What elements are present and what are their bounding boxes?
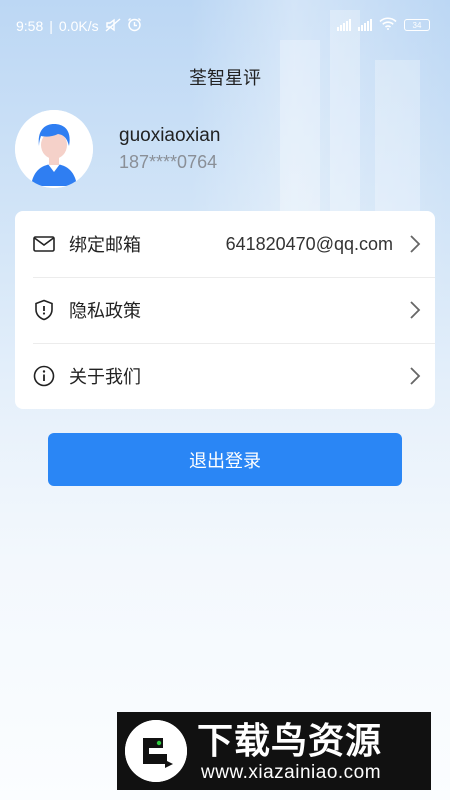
status-left: 9:58 | 0.0K/s <box>16 17 142 35</box>
bound-email-value: 641820470@qq.com <box>225 233 393 254</box>
status-separator: | <box>49 18 53 34</box>
watermark-title: 下载鸟资源 <box>197 720 383 761</box>
menu-item-bind-email[interactable]: 绑定邮箱 641820470@qq.com <box>15 211 435 277</box>
menu-item-about-us[interactable]: 关于我们 <box>15 343 435 409</box>
phone-number: 187****0764 <box>119 152 218 172</box>
chevron-right-icon <box>409 234 421 254</box>
mail-icon <box>33 233 55 255</box>
settings-menu: 绑定邮箱 641820470@qq.com 隐私政策 关于我们 <box>15 211 435 409</box>
signal-icon <box>358 19 372 31</box>
status-bar: 9:58 | 0.0K/s 34 <box>0 0 450 52</box>
menu-item-label: 关于我们 <box>69 367 141 387</box>
chevron-right-icon <box>409 300 421 320</box>
page-title: 荃智星评 <box>189 68 261 88</box>
network-speed: 0.0K/s <box>58 18 99 34</box>
chevron-right-icon <box>409 366 421 386</box>
battery-icon: 34 <box>404 19 430 31</box>
shield-icon <box>33 299 55 321</box>
user-avatar-icon <box>15 110 93 188</box>
status-time: 9:58 <box>16 18 44 34</box>
username: guoxiaoxian <box>119 125 221 146</box>
profile-header: guoxiaoxian 187****0764 <box>15 110 435 190</box>
avatar[interactable] <box>15 110 93 188</box>
menu-item-label: 隐私政策 <box>69 301 141 321</box>
mute-icon <box>105 17 121 35</box>
battery-level: 34 <box>412 21 422 30</box>
info-icon <box>33 365 55 387</box>
signal-icon <box>337 19 351 31</box>
menu-item-label: 绑定邮箱 <box>69 235 141 255</box>
status-right: 34 <box>337 17 430 33</box>
watermark-url: www.xiazainiao.com <box>201 762 382 783</box>
bird-logo-icon <box>125 720 187 782</box>
alarm-icon <box>127 17 142 35</box>
wifi-icon <box>379 17 397 33</box>
menu-item-privacy-policy[interactable]: 隐私政策 <box>15 277 435 343</box>
logout-button[interactable]: 退出登录 <box>48 433 402 486</box>
watermark-banner: 下载鸟资源 www.xiazainiao.com <box>117 712 431 790</box>
